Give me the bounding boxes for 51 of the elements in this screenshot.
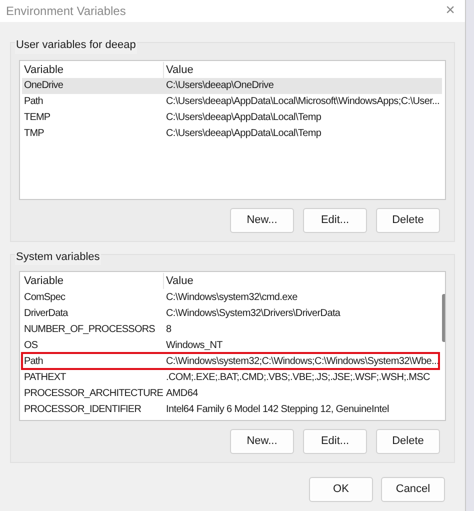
group-label: User variables for deeap — [15, 37, 137, 54]
column-header[interactable]: Value — [164, 273, 439, 289]
variable-value: 8 — [165, 322, 172, 336]
variable-name: DriverData — [23, 306, 70, 320]
variable-row[interactable]: OneDrive C:\Users\deeap\OneDrive — [22, 78, 442, 94]
variable-row[interactable]: DriverData C:\Windows\System32\Drivers\DriverData — [22, 305, 439, 321]
dialog-button[interactable]: Cancel — [381, 477, 445, 502]
variable-name: NUMBER_OF_PROCESSORS — [23, 322, 156, 336]
variable-name: OneDrive — [23, 79, 64, 93]
variable-row[interactable]: PATHEXT .COM;.EXE;.BAT;.CMD;.VBS;.VBE;.JS;.JSE;.WSF;.WSH;.MSC — [22, 369, 439, 385]
variable-row[interactable]: Path C:\Windows\system32;C:\Windows;C:\Windows\System32\Wbe... — [22, 353, 439, 369]
column-header[interactable]: Value — [164, 62, 442, 78]
dialog-button[interactable]: OK — [309, 477, 373, 502]
variable-value: Windows_NT — [165, 338, 222, 352]
variable-value: C:\Windows\system32;C:\Windows;C:\Windows\System32\Wbe... — [165, 354, 439, 368]
window-title: Environment Variables — [6, 3, 126, 20]
variable-name: PROCESSOR_ARCHITECTURE — [23, 386, 164, 400]
variable-row[interactable]: TMP C:\Users\deeap\AppData\Local\Temp — [22, 126, 442, 142]
variable-value: C:\Users\deeap\AppData\Local\Temp — [165, 127, 322, 141]
variable-value: C:\Users\deeap\AppData\Local\Microsoft\WindowsApps;C:\User... — [165, 95, 440, 109]
variable-name: TMP — [23, 127, 45, 141]
close-button[interactable]: × — [442, 3, 459, 19]
variable-row[interactable]: Path C:\Users\deeap\AppData\Local\Microsoft\WindowsApps;C:\User... — [22, 94, 442, 110]
variable-name: PATHEXT — [23, 370, 67, 384]
dialog-button[interactable]: New... — [230, 429, 294, 454]
variable-name: Path — [23, 95, 44, 109]
dialog-button[interactable]: Delete — [376, 208, 440, 232]
variable-name: ComSpec — [23, 290, 66, 304]
variable-value: C:\Windows\System32\Drivers\DriverData — [165, 306, 340, 320]
variable-name: Path — [23, 354, 44, 368]
dialog-button[interactable]: Edit... — [303, 429, 367, 454]
variable-name: PROCESSOR_IDENTIFIER — [23, 402, 142, 416]
column-header[interactable]: Variable — [22, 273, 164, 289]
variable-row[interactable]: PROCESSOR_IDENTIFIER Intel64 Family 6 Model 142 Stepping 12, GenuineIntel — [22, 401, 439, 417]
variable-value: C:\Users\deeap\OneDrive — [165, 79, 274, 93]
variable-row[interactable]: TEMP C:\Users\deeap\AppData\Local\Temp — [22, 110, 442, 126]
dialog-button[interactable]: Edit... — [303, 208, 367, 232]
dialog-button[interactable]: New... — [230, 208, 294, 232]
variable-value: AMD64 — [165, 386, 198, 400]
variable-value: .COM;.EXE;.BAT;.CMD;.VBS;.VBE;.JS;.JSE;.WSF;.WSH;.MSC — [165, 370, 430, 384]
variable-row[interactable]: PROCESSOR_ARCHITECTURE AMD64 — [22, 385, 439, 401]
dialog-button[interactable]: Delete — [376, 429, 440, 454]
scrollbar-thumb[interactable] — [442, 294, 445, 342]
variable-value: C:\Windows\system32\cmd.exe — [165, 290, 298, 304]
variable-value: C:\Users\deeap\AppData\Local\Temp — [165, 111, 322, 125]
variable-name: OS — [23, 338, 39, 352]
variable-row[interactable]: NUMBER_OF_PROCESSORS 8 — [22, 321, 439, 337]
variable-value: Intel64 Family 6 Model 142 Stepping 12, GenuineIntel — [165, 402, 389, 416]
variable-row[interactable]: ComSpec C:\Windows\system32\cmd.exe — [22, 289, 439, 305]
variable-name: TEMP — [23, 111, 52, 125]
variable-row[interactable]: OS Windows_NT — [22, 337, 439, 353]
